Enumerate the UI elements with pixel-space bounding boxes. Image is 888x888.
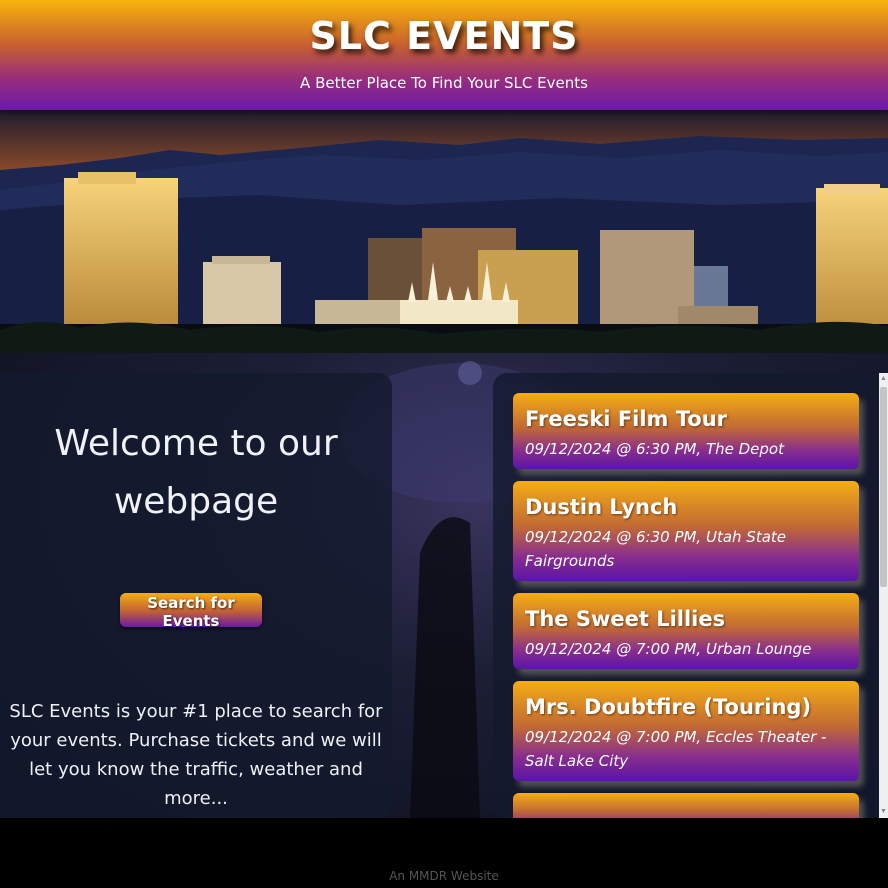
- events-scrollbar[interactable]: ▲ ▼: [879, 373, 888, 818]
- event-title: The Sweet Lillies: [525, 607, 726, 631]
- event-card[interactable]: Mrs. Doubtfire (Touring) 09/12/2024 @ 7:…: [513, 681, 859, 781]
- event-title: Dustin Lynch: [525, 495, 678, 519]
- event-title: Freeski Film Tour: [525, 407, 728, 431]
- site-tagline: A Better Place To Find Your SLC Events: [300, 74, 588, 92]
- scroll-down-icon[interactable]: ▼: [879, 806, 888, 818]
- site-header: SLC EVENTS A Better Place To Find Your S…: [0, 0, 888, 110]
- welcome-heading: Welcome to our webpage: [54, 423, 338, 522]
- scroll-up-icon[interactable]: ▲: [879, 373, 888, 385]
- skyline-banner-image: [0, 110, 888, 353]
- scrollbar-thumb[interactable]: [880, 387, 887, 587]
- welcome-description: SLC Events is your #1 place to search fo…: [9, 701, 383, 809]
- event-card-partial[interactable]: [513, 793, 859, 818]
- event-card[interactable]: The Sweet Lillies 09/12/2024 @ 7:00 PM, …: [513, 593, 859, 669]
- welcome-panel: Welcome to our webpage Search for Events…: [0, 373, 392, 818]
- event-card[interactable]: Freeski Film Tour 09/12/2024 @ 6:30 PM, …: [513, 393, 859, 469]
- event-card[interactable]: Dustin Lynch 09/12/2024 @ 6:30 PM, Utah …: [513, 481, 859, 581]
- site-footer: An MMDR Website: [0, 818, 888, 888]
- events-panel[interactable]: Freeski Film Tour 09/12/2024 @ 6:30 PM, …: [493, 373, 879, 818]
- site-title: SLC EVENTS: [309, 14, 579, 58]
- event-details: 09/12/2024 @ 6:30 PM, The Depot: [525, 440, 784, 458]
- event-list: Freeski Film Tour 09/12/2024 @ 6:30 PM, …: [513, 393, 859, 818]
- event-details: 09/12/2024 @ 6:30 PM, Utah State Fairgro…: [525, 528, 786, 570]
- footer-text: An MMDR Website: [389, 869, 499, 883]
- event-details: 09/12/2024 @ 7:00 PM, Urban Lounge: [525, 640, 812, 658]
- event-details: 09/12/2024 @ 7:00 PM, Eccles Theater - S…: [525, 728, 827, 770]
- search-events-button[interactable]: Search for Events: [120, 593, 262, 630]
- main-content: Welcome to our webpage Search for Events…: [0, 353, 888, 818]
- event-title: Mrs. Doubtfire (Touring): [525, 695, 812, 719]
